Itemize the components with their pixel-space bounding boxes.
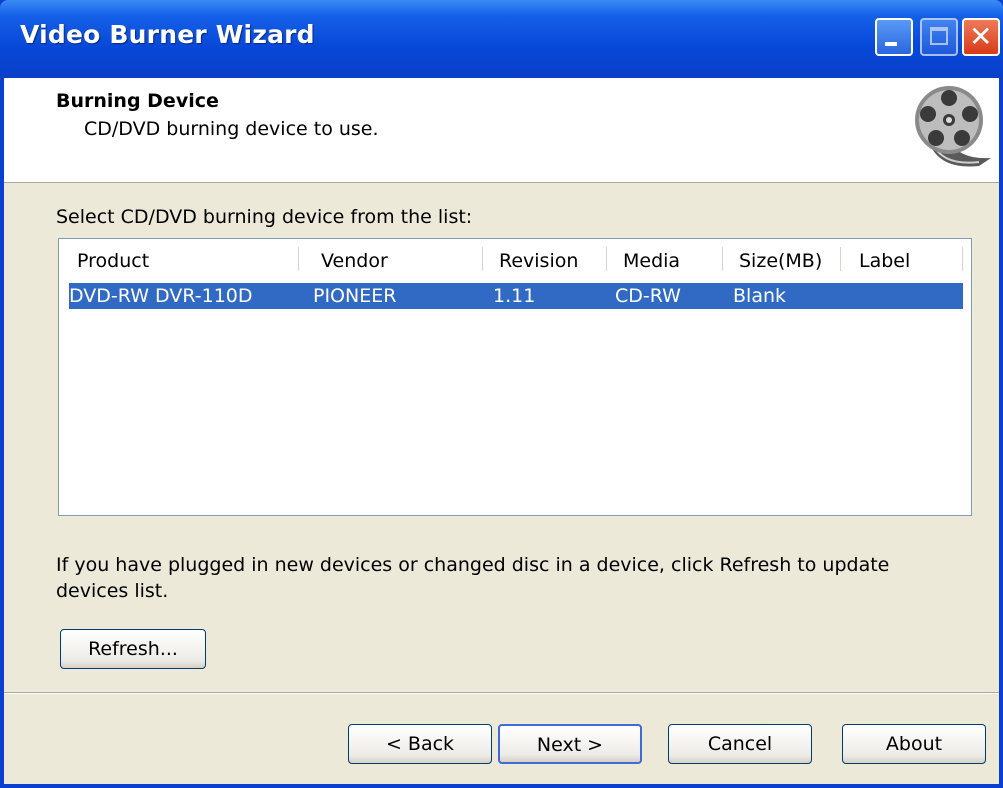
minimize-button[interactable]	[875, 18, 913, 56]
minimize-icon	[885, 42, 897, 46]
column-header-media[interactable]: Media	[623, 239, 723, 277]
about-button[interactable]: About	[842, 724, 986, 764]
dialog-client: Burning Device CD/DVD burning device to …	[4, 78, 999, 784]
wizard-window: Video Burner Wizard ✕ Burning Device CD/…	[0, 0, 1003, 788]
page-subtitle: CD/DVD burning device to use.	[84, 118, 379, 140]
film-reel-icon	[915, 86, 991, 167]
next-button[interactable]: Next >	[498, 724, 642, 764]
device-list-label: Select CD/DVD burning device from the li…	[56, 206, 473, 228]
wizard-header: Burning Device CD/DVD burning device to …	[4, 78, 999, 183]
cell-media: CD-RW	[615, 285, 681, 307]
cell-vendor: PIONEER	[313, 285, 397, 307]
cell-product: DVD-RW DVR-110D	[69, 285, 253, 307]
title-bar[interactable]: Video Burner Wizard ✕	[0, 0, 1003, 78]
column-header-vendor[interactable]: Vendor	[321, 239, 483, 277]
refresh-button[interactable]: Refresh...	[60, 629, 206, 669]
back-button[interactable]: < Back	[348, 724, 492, 764]
cancel-button[interactable]: Cancel	[668, 724, 812, 764]
column-header-revision[interactable]: Revision	[499, 239, 607, 277]
column-header-label[interactable]: Label	[859, 239, 963, 277]
table-row[interactable]: DVD-RW DVR-110D PIONEER 1.11 CD-RW Blank	[69, 283, 963, 309]
list-header: Product Vendor Revision Media Size(MB) L…	[59, 239, 971, 277]
close-button[interactable]: ✕	[962, 18, 1000, 56]
page-title: Burning Device	[56, 90, 219, 112]
column-header-size[interactable]: Size(MB)	[739, 239, 841, 277]
window-title: Video Burner Wizard	[20, 20, 315, 49]
cell-size: Blank	[733, 285, 787, 307]
column-header-product[interactable]: Product	[77, 239, 299, 277]
footer-divider	[4, 692, 999, 694]
device-list[interactable]: Product Vendor Revision Media Size(MB) L…	[58, 238, 972, 516]
maximize-button[interactable]	[920, 18, 958, 56]
maximize-icon	[930, 27, 948, 45]
cell-revision: 1.11	[493, 285, 536, 307]
refresh-hint: If you have plugged in new devices or ch…	[56, 554, 890, 602]
close-icon: ✕	[969, 20, 993, 53]
